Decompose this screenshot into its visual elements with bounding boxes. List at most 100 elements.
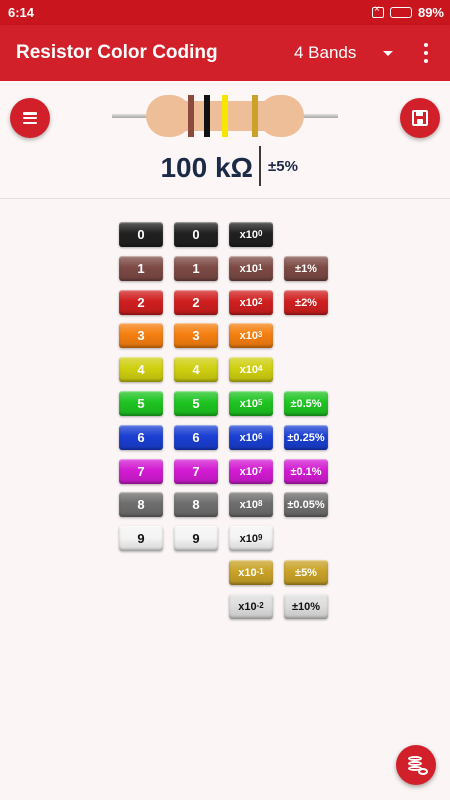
multiplier-button[interactable]: x10 6: [229, 425, 273, 450]
digit2-button[interactable]: 4: [174, 357, 218, 382]
multiplier-exponent: 8: [257, 499, 263, 508]
digit2-label: 7: [192, 464, 200, 479]
digit1-label: 0: [137, 227, 145, 242]
digit2-label: 1: [192, 261, 200, 276]
resistor-band-2: [204, 95, 210, 137]
multiplier-exponent: 6: [257, 432, 263, 441]
multiplier-base: x10: [239, 296, 258, 309]
multiplier-base: x10: [239, 397, 258, 410]
status-bar: 6:14 89%: [0, 0, 450, 25]
band-count-label: 4 Bands: [294, 43, 357, 62]
digit2-label: 9: [192, 531, 200, 546]
digit2-button[interactable]: 0: [174, 222, 218, 247]
tolerance-label: ±0.5%: [290, 397, 322, 410]
save-icon: [412, 110, 428, 126]
more-options-icon[interactable]: [418, 41, 434, 65]
digit2-label: 8: [192, 497, 200, 512]
multiplier-exponent: 7: [257, 466, 263, 475]
database-view-icon: [408, 756, 428, 775]
multiplier-button[interactable]: x10 -2: [229, 594, 273, 619]
multiplier-base: x10: [239, 228, 258, 241]
digit2-button[interactable]: 3: [174, 323, 218, 348]
digit1-button[interactable]: 6: [119, 425, 163, 450]
digit1-button[interactable]: 4: [119, 357, 163, 382]
digit1-label: 2: [137, 295, 145, 310]
tolerance-label: ±0.05%: [287, 498, 325, 511]
resistor-band-1: [188, 95, 194, 137]
multiplier-base: x10: [238, 600, 257, 613]
digit2-label: 3: [192, 328, 200, 343]
tolerance-button[interactable]: ±1%: [284, 256, 328, 281]
digit2-label: 5: [192, 396, 200, 411]
resistor-band-4: [252, 95, 258, 137]
digit1-button[interactable]: 5: [119, 391, 163, 416]
multiplier-exponent: 4: [257, 364, 263, 373]
multiplier-base: x10: [239, 498, 258, 511]
multiplier-exponent: 2: [257, 297, 263, 306]
tolerance-button[interactable]: ±0.1%: [284, 459, 328, 484]
menu-button[interactable]: [10, 98, 50, 138]
multiplier-button[interactable]: x10 8: [229, 492, 273, 517]
tolerance-label: ±2%: [295, 296, 317, 309]
no-sim-icon: [371, 4, 384, 18]
digit1-label: 5: [137, 396, 145, 411]
multiplier-base: x10: [239, 431, 258, 444]
resistor-illustration: [112, 95, 338, 137]
digit1-label: 7: [137, 464, 145, 479]
multiplier-base: x10: [238, 566, 257, 579]
digit1-button[interactable]: 8: [119, 492, 163, 517]
digit2-button[interactable]: 6: [174, 425, 218, 450]
tolerance-button[interactable]: ±0.5%: [284, 391, 328, 416]
digit1-button[interactable]: 2: [119, 290, 163, 315]
list-icon: [23, 112, 37, 124]
multiplier-base: x10: [239, 363, 258, 376]
multiplier-button[interactable]: x10 3: [229, 323, 273, 348]
digit2-button[interactable]: 2: [174, 290, 218, 315]
multiplier-button[interactable]: x10 5: [229, 391, 273, 416]
tolerance-label: ±0.1%: [290, 465, 322, 478]
resistor-lead-right: [298, 114, 338, 118]
tolerance-button[interactable]: ±0.05%: [284, 492, 328, 517]
digit1-label: 1: [137, 261, 145, 276]
tolerance-button[interactable]: ±5%: [284, 560, 328, 585]
resistance-value: 100 kΩ: [160, 152, 253, 183]
multiplier-exponent: 3: [257, 330, 263, 339]
multiplier-button[interactable]: x10 9: [229, 526, 273, 551]
digit1-label: 9: [137, 531, 145, 546]
tolerance-button[interactable]: ±10%: [284, 594, 328, 619]
tolerance-button[interactable]: ±0.25%: [284, 425, 328, 450]
tolerance-value: ±5%: [268, 158, 298, 175]
band-count-dropdown[interactable]: 4 Bands: [294, 43, 394, 63]
multiplier-button[interactable]: x10 7: [229, 459, 273, 484]
digit1-button[interactable]: 0: [119, 222, 163, 247]
multiplier-base: x10: [239, 465, 258, 478]
digit2-button[interactable]: 5: [174, 391, 218, 416]
digit1-label: 4: [137, 362, 145, 377]
digit2-button[interactable]: 1: [174, 256, 218, 281]
multiplier-base: x10: [239, 329, 258, 342]
multiplier-exponent: -1: [256, 567, 264, 576]
digit1-label: 3: [137, 328, 145, 343]
tolerance-button[interactable]: ±2%: [284, 290, 328, 315]
digit1-button[interactable]: 7: [119, 459, 163, 484]
tolerance-label: ±1%: [295, 262, 317, 275]
multiplier-button[interactable]: x10 4: [229, 357, 273, 382]
tolerance-label: ±0.25%: [287, 431, 325, 444]
digit1-button[interactable]: 3: [119, 323, 163, 348]
battery-percent: 89%: [417, 5, 444, 20]
multiplier-base: x10: [239, 532, 258, 545]
digit1-button[interactable]: 1: [119, 256, 163, 281]
saved-resistors-button[interactable]: [396, 745, 436, 785]
multiplier-exponent: 9: [257, 533, 263, 542]
status-icons: 89%: [371, 4, 444, 20]
multiplier-button[interactable]: x10 -1: [229, 560, 273, 585]
multiplier-button[interactable]: x10 1: [229, 256, 273, 281]
tolerance-label: ±10%: [291, 600, 321, 613]
digit2-button[interactable]: 9: [174, 526, 218, 551]
digit2-button[interactable]: 7: [174, 459, 218, 484]
multiplier-button[interactable]: x10 2: [229, 290, 273, 315]
digit1-button[interactable]: 9: [119, 526, 163, 551]
save-button[interactable]: [400, 98, 440, 138]
multiplier-button[interactable]: x10 0: [229, 222, 273, 247]
digit2-button[interactable]: 8: [174, 492, 218, 517]
